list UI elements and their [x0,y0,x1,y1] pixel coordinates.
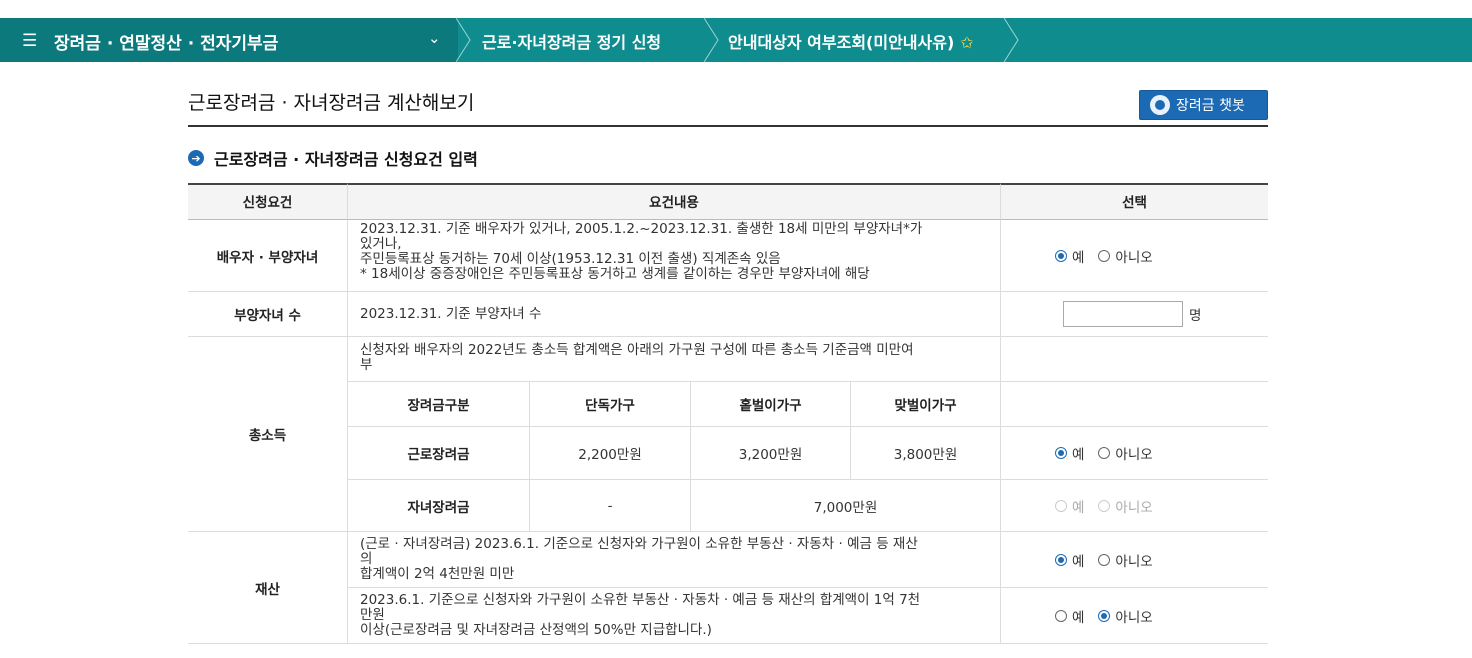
earned-single-earner-value: 3,200만원 [691,427,851,480]
radio-label[interactable]: 아니오 [1115,550,1152,570]
sub-header-single: 단독가구 [530,382,691,427]
earned-no-radio[interactable]: 아니오 [1098,443,1153,463]
property-b-no-radio[interactable]: 아니오 [1098,606,1153,626]
children-count-unit: 명 [1189,308,1202,324]
row-select-property-b: 예 아니오 [1001,588,1268,644]
radio-label[interactable]: 예 [1072,443,1084,463]
radio-dot[interactable] [1098,499,1111,512]
header-select: 선택 [1001,183,1268,220]
radio-label[interactable]: 예 [1072,246,1084,266]
radio-dot[interactable] [1098,553,1111,566]
radio-dot[interactable] [1098,609,1111,622]
earned-dual-earner-value: 3,800만원 [851,427,1001,480]
sub-header-single-earner: 홑벌이가구 [691,382,851,427]
row-content-children: 2023.12.31. 기준 부양자녀 수 [348,292,1001,337]
earned-yes-radio[interactable]: 예 [1055,443,1084,463]
row-content-property-b: 2023.6.1. 기준으로 신청자와 가구원이 소유한 부동산 · 자동차 ·… [348,588,1001,644]
spouse-yes-radio[interactable]: 예 [1055,246,1084,266]
breadcrumb-item-regular-application[interactable]: 근로·자녀장려금 정기 신청 [482,29,661,53]
chatbot-button[interactable]: 장려금 챗봇 [1139,90,1268,120]
content-line: 주민등록표상 동거하는 70세 이상(1953.12.31 이전 출생) 직계존… [360,251,781,267]
radio-dot[interactable] [1055,447,1067,459]
row-select-children: 명 [1001,292,1268,337]
content-line: 이상(근로장려금 및 자녀장려금 산정액의 50%만 지급합니다.) [360,622,712,638]
radio-dot[interactable] [1055,553,1067,566]
chatbot-button-label: 장려금 챗봇 [1176,98,1245,114]
content-line: * 18세이상 중증장애인은 주민등록표상 동거하고 생계를 같이하는 경우만 … [360,266,870,282]
row-content-income: 신청자와 배우자의 2022년도 총소득 합계액은 아래의 가구원 구성에 따른… [348,337,1001,382]
earned-incentive-label: 근로장려금 [348,427,530,480]
breadcrumb-item-target-inquiry[interactable]: 안내대상자 여부조회(미안내사유) ✩ [728,29,974,53]
radio-label[interactable]: 아니오 [1115,496,1152,516]
spouse-no-radio[interactable]: 아니오 [1098,246,1153,266]
row-label-property: 재산 [188,532,348,644]
chevron-down-icon[interactable]: ⌄ [428,29,441,47]
child-household-value: 7,000만원 [691,480,1001,532]
content-line: 2023.12.31. 기준 배우자가 있거나, 2005.1.2.~2023.… [360,221,923,237]
radio-label[interactable]: 아니오 [1115,246,1152,266]
row-select-income-blank [1001,337,1268,382]
child-single-value: - [530,480,691,532]
section-title: ➔ 근로장려금 · 자녀장려금 신청요건 입력 [188,146,478,170]
breadcrumb-separator [1004,18,1019,62]
radio-label[interactable]: 예 [1072,606,1084,626]
radio-dot[interactable] [1098,447,1111,459]
content-line: 있거나, [360,236,402,252]
header-content: 요건내용 [348,183,1001,220]
radio-label[interactable]: 아니오 [1115,443,1152,463]
breadcrumb-separator [456,18,471,62]
radio-dot[interactable] [1098,249,1111,262]
content-line: 만원 [360,607,385,623]
earned-single-value: 2,200만원 [530,427,691,480]
star-icon[interactable]: ✩ [960,33,973,52]
radio-label[interactable]: 예 [1072,550,1084,570]
children-count-input[interactable] [1063,301,1183,327]
main-menu-dropdown[interactable]: ☰ 장려금 · 연말정산 · 전자기부금 ⌄ [0,18,458,62]
radio-label[interactable]: 아니오 [1115,606,1152,626]
row-label-children: 부양자녀 수 [188,292,348,337]
content-line: 합계액이 2억 4천만원 미만 [360,566,515,582]
breadcrumb-item-label[interactable]: 안내대상자 여부조회(미안내사유) [728,33,954,52]
row-label-income: 총소득 [188,337,348,532]
row-select-spouse: 예 아니오 [1001,220,1268,292]
radio-dot[interactable] [1055,609,1067,622]
row-select-property-a: 예 아니오 [1001,532,1268,588]
row-select-earned: 예 아니오 [1001,427,1268,480]
sub-header-dual-earner: 맞벌이가구 [851,382,1001,427]
radio-label[interactable]: 예 [1072,496,1084,516]
content-line: 신청자와 배우자의 2022년도 총소득 합계액은 아래의 가구원 구성에 따른… [360,342,914,358]
chatbot-icon [1150,95,1170,115]
header-requirement: 신청요건 [188,183,348,220]
radio-dot[interactable] [1055,249,1067,262]
row-select-child: 예 아니오 [1001,480,1268,532]
arrow-bullet-icon: ➔ [188,150,204,166]
menu-icon[interactable]: ☰ [22,31,37,51]
content-line: 의 [360,551,373,567]
child-yes-radio[interactable]: 예 [1055,496,1084,516]
title-divider [188,125,1268,127]
sub-header-type: 장려금구분 [348,382,530,427]
top-nav-bar: ☰ 장려금 · 연말정산 · 전자기부금 ⌄ 근로·자녀장려금 정기 신청 안내… [0,18,1472,62]
row-content-spouse: 2023.12.31. 기준 배우자가 있거나, 2005.1.2.~2023.… [348,220,1001,292]
section-title-text: 근로장려금 · 자녀장려금 신청요건 입력 [214,150,478,169]
row-label-spouse: 배우자 · 부양자녀 [188,220,348,292]
page-title: 근로장려금 · 자녀장려금 계산해보기 [188,92,475,114]
main-menu-title[interactable]: 장려금 · 연말정산 · 전자기부금 [54,29,278,54]
radio-dot[interactable] [1055,499,1067,512]
content-line: (근로 · 자녀장려금) 2023.6.1. 기준으로 신청자와 가구원이 소유… [360,536,918,552]
child-no-radio[interactable]: 아니오 [1098,496,1153,516]
property-b-yes-radio[interactable]: 예 [1055,606,1084,626]
property-a-yes-radio[interactable]: 예 [1055,550,1084,570]
row-content-property-a: (근로 · 자녀장려금) 2023.6.1. 기준으로 신청자와 가구원이 소유… [348,532,1001,588]
property-a-no-radio[interactable]: 아니오 [1098,550,1153,570]
sub-header-select-blank [1001,382,1268,427]
child-incentive-label: 자녀장려금 [348,480,530,532]
content-line: 2023.6.1. 기준으로 신청자와 가구원이 소유한 부동산 · 자동차 ·… [360,592,921,608]
content-line: 부 [360,357,373,373]
breadcrumb-separator [704,18,719,62]
